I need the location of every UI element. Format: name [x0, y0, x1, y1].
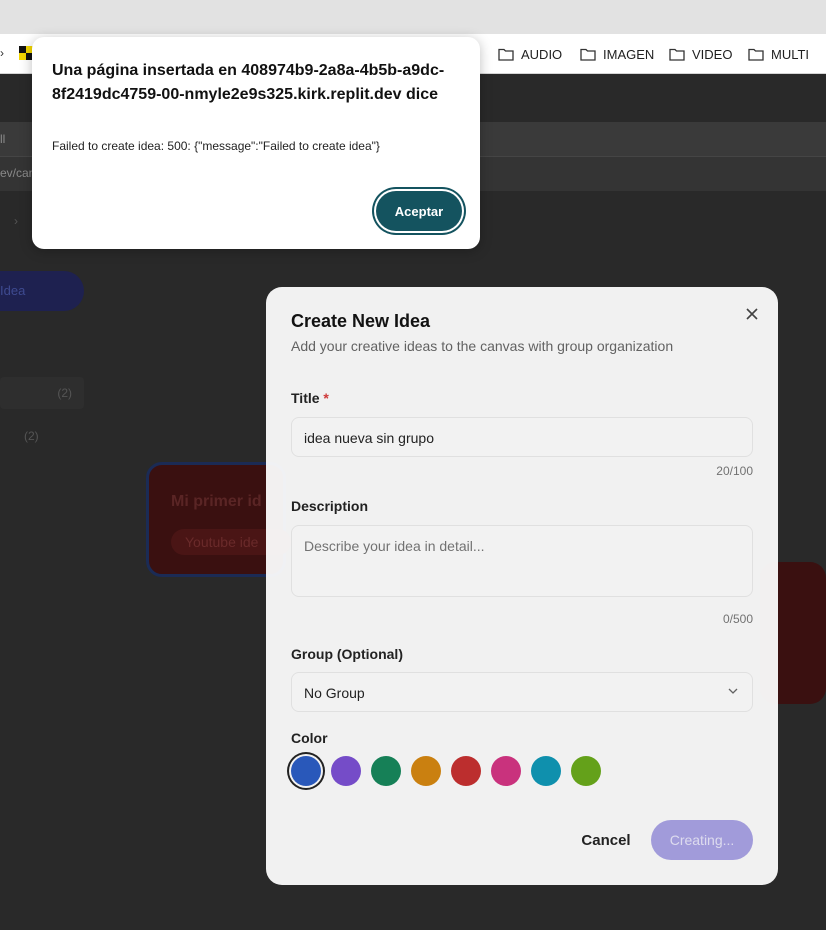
bookmark-multi[interactable]: MULTI [748, 34, 809, 74]
chevron-right-icon: › [14, 214, 18, 228]
folder-icon [580, 48, 596, 61]
new-idea-sidebar-button: Idea [0, 271, 84, 311]
description-label: Description [291, 498, 369, 514]
color-label: Color [291, 730, 328, 746]
alert-title: Una página insertada en 408974b9-2a8a-4b… [52, 62, 445, 103]
title-input[interactable]: idea nueva sin grupo [291, 417, 753, 457]
bookmark-audio[interactable]: AUDIO [498, 34, 562, 74]
folder-icon [669, 48, 685, 61]
bookmark-label: AUDIO [521, 46, 563, 62]
group-count: (2) [57, 386, 72, 400]
group-label: Group (Optional) [291, 646, 403, 662]
group-select[interactable]: No Group [291, 672, 753, 712]
close-icon [746, 308, 758, 320]
group-select-value: No Group [304, 685, 365, 701]
browser-titlebar [0, 0, 826, 34]
card-title: Mi primer id [171, 493, 262, 510]
required-mark: * [323, 390, 329, 406]
title-label: Title * [291, 390, 329, 406]
group-count: (2) [24, 429, 39, 443]
title-label-text: Title [291, 390, 320, 406]
bookmark-label: VIDEO [692, 46, 733, 62]
color-swatch-teal[interactable] [531, 756, 561, 786]
color-swatch-green[interactable] [371, 756, 401, 786]
close-modal-button[interactable] [740, 302, 764, 326]
tab-fragment: ll [0, 132, 6, 146]
bookmark-imagen[interactable]: IMAGEN [580, 34, 654, 74]
bookmark-label: IMAGEN [603, 46, 655, 62]
folder-icon [748, 48, 764, 61]
chevron-left-icon[interactable]: › [0, 46, 4, 60]
color-swatch-lime[interactable] [571, 756, 601, 786]
cancel-button[interactable]: Cancel [566, 820, 646, 860]
background-idea-card: Mi primer id Youtube ide [146, 462, 291, 577]
description-counter: 0/500 [722, 612, 753, 626]
color-swatch-purple[interactable] [331, 756, 361, 786]
group-row: (2) [0, 377, 84, 409]
checkered-favicon-icon [19, 46, 33, 60]
create-idea-modal: Create New Idea Add your creative ideas … [266, 287, 778, 885]
create-button[interactable]: Creating... [651, 820, 753, 860]
folder-icon [498, 48, 514, 61]
color-swatch-pink[interactable] [491, 756, 521, 786]
description-textarea[interactable]: Describe your idea in detail... [291, 525, 753, 597]
modal-title: Create New Idea [291, 311, 431, 331]
alert-message: Failed to create idea: 500: {"message":"… [52, 139, 380, 153]
chevron-down-icon [728, 688, 738, 694]
accept-button[interactable]: Aceptar [376, 191, 462, 231]
color-swatch-orange[interactable] [411, 756, 441, 786]
address-fragment: ev/can [0, 166, 36, 180]
bookmark-video[interactable]: VIDEO [669, 34, 732, 74]
modal-subtitle: Add your creative ideas to the canvas wi… [291, 338, 674, 354]
browser-alert-dialog: Una página insertada en 408974b9-2a8a-4b… [32, 37, 480, 249]
sidebar-button-label: Idea [0, 283, 26, 298]
color-swatch-red[interactable] [451, 756, 481, 786]
color-swatch-blue[interactable] [291, 756, 321, 786]
title-counter: 20/100 [716, 464, 753, 478]
bookmark-label: MULTI [771, 46, 810, 62]
